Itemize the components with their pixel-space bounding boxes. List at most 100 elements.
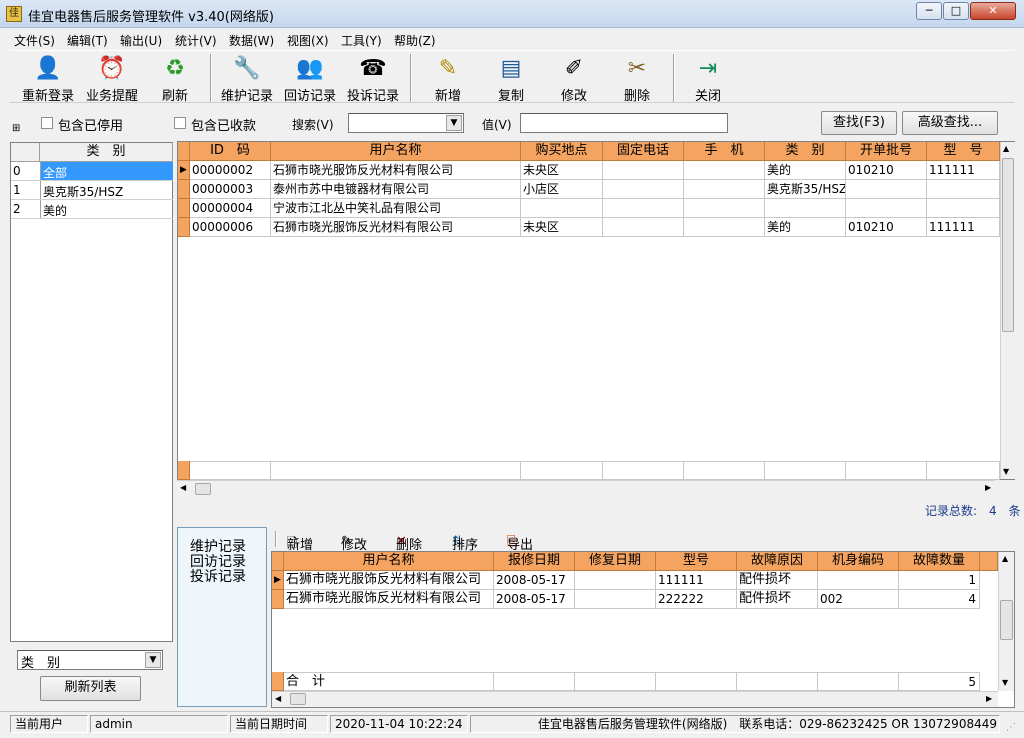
- col-customer-name[interactable]: 用户名称: [284, 552, 494, 571]
- panel-toggle-icon[interactable]: ⊞: [12, 124, 28, 136]
- exit-button[interactable]: ⇥ 关闭: [678, 55, 738, 104]
- col-mobile[interactable]: 手 机: [684, 142, 765, 161]
- close-window-button[interactable]: ✕: [970, 2, 1016, 20]
- scroll-left-icon[interactable]: ◀: [180, 483, 186, 492]
- table-cell[interactable]: [846, 199, 927, 218]
- table-cell[interactable]: 美的: [765, 218, 846, 237]
- table-cell[interactable]: 00000006: [190, 218, 271, 237]
- search-field-select[interactable]: ▼: [348, 113, 464, 133]
- col-fixed-date[interactable]: 修复日期: [575, 552, 656, 571]
- table-cell[interactable]: [575, 571, 656, 590]
- menu-statistics[interactable]: 统计(V): [175, 32, 217, 49]
- scroll-thumb[interactable]: [195, 483, 211, 495]
- table-cell[interactable]: [818, 571, 899, 590]
- col-model[interactable]: 型 号: [927, 142, 1000, 161]
- table-cell[interactable]: 宁波市江北丛中笑礼品有限公司: [271, 199, 521, 218]
- edit-button[interactable]: ✐ 修改: [544, 55, 604, 104]
- tab-complaint-records[interactable]: 投诉记录: [190, 566, 246, 586]
- col-batch-no[interactable]: 开单批号: [846, 142, 927, 161]
- menu-edit[interactable]: 编辑(T): [67, 32, 108, 49]
- category-row[interactable]: 2 美的: [11, 200, 173, 219]
- table-cell[interactable]: 111111: [656, 571, 737, 590]
- table-cell[interactable]: 4: [899, 590, 980, 609]
- col-repair-date[interactable]: 报修日期: [494, 552, 575, 571]
- minimize-button[interactable]: ─: [916, 2, 942, 20]
- advanced-search-button[interactable]: 高级查找...: [902, 111, 998, 135]
- table-cell[interactable]: 石狮市晓光服饰反光材料有限公司: [284, 571, 494, 590]
- table-cell[interactable]: 1: [899, 571, 980, 590]
- scroll-thumb[interactable]: [1000, 600, 1013, 640]
- table-cell[interactable]: [684, 218, 765, 237]
- table-cell[interactable]: 未央区: [521, 218, 603, 237]
- table-cell[interactable]: 泰州市苏中电镀器材有限公司: [271, 180, 521, 199]
- resize-grip-icon[interactable]: ⋰: [1006, 722, 1016, 733]
- table-cell[interactable]: [684, 161, 765, 180]
- delete-button[interactable]: ✂ 删除: [607, 55, 667, 104]
- copy-button[interactable]: ▤ 复制: [481, 55, 541, 104]
- table-cell[interactable]: [684, 180, 765, 199]
- category-row[interactable]: 1 奥克斯35/HSZ: [11, 181, 173, 200]
- scroll-down-icon[interactable]: ▼: [1003, 467, 1009, 476]
- table-cell[interactable]: 2008-05-17: [494, 590, 575, 609]
- main-vertical-scrollbar[interactable]: ▲ ▼: [1000, 142, 1015, 479]
- col-serial-no[interactable]: 机身编码: [818, 552, 899, 571]
- include-paid-checkbox[interactable]: [174, 117, 186, 129]
- table-cell[interactable]: 配件损坏: [737, 590, 818, 609]
- col-customer-name[interactable]: 用户名称: [271, 142, 521, 161]
- table-cell[interactable]: [765, 199, 846, 218]
- menu-file[interactable]: 文件(S): [14, 32, 55, 49]
- col-phone[interactable]: 固定电话: [603, 142, 684, 161]
- complaint-button[interactable]: ☎ 投诉记录: [343, 55, 403, 104]
- table-cell[interactable]: 石狮市晓光服饰反光材料有限公司: [271, 161, 521, 180]
- table-cell[interactable]: [927, 180, 1000, 199]
- col-purchase-place[interactable]: 购买地点: [521, 142, 603, 161]
- table-cell[interactable]: 010210: [846, 218, 927, 237]
- menu-view[interactable]: 视图(X): [287, 32, 329, 49]
- col-fault-count[interactable]: 故障数量: [899, 552, 980, 571]
- col-category[interactable]: 类 别: [765, 142, 846, 161]
- add-button[interactable]: ✎ 新增: [418, 55, 478, 104]
- col-fault-reason[interactable]: 故障原因: [737, 552, 818, 571]
- scroll-right-icon[interactable]: ▶: [985, 483, 991, 492]
- refresh-list-button[interactable]: 刷新列表: [40, 676, 141, 701]
- table-cell[interactable]: [603, 218, 684, 237]
- table-cell[interactable]: 111111: [927, 161, 1000, 180]
- main-horizontal-scrollbar[interactable]: ◀ ▶: [177, 480, 995, 497]
- chevron-down-icon[interactable]: ▼: [145, 652, 161, 668]
- table-cell[interactable]: 未央区: [521, 161, 603, 180]
- scroll-thumb[interactable]: [1002, 158, 1014, 332]
- table-cell[interactable]: [603, 161, 684, 180]
- table-cell[interactable]: [684, 199, 765, 218]
- table-cell[interactable]: 111111: [927, 218, 1000, 237]
- relogin-button[interactable]: 👤 重新登录: [18, 55, 78, 104]
- table-cell[interactable]: [603, 199, 684, 218]
- table-cell[interactable]: 美的: [765, 161, 846, 180]
- sub-horizontal-scrollbar[interactable]: ◀ ▶: [272, 691, 998, 707]
- table-cell[interactable]: 00000002: [190, 161, 271, 180]
- scroll-thumb[interactable]: [290, 693, 306, 705]
- category-row[interactable]: 0 全部: [11, 162, 173, 181]
- table-cell[interactable]: 010210: [846, 161, 927, 180]
- reminder-button[interactable]: ⏰ 业务提醒: [82, 55, 142, 104]
- scroll-up-icon[interactable]: ▲: [1002, 554, 1008, 563]
- find-button[interactable]: 查找(F3): [821, 111, 897, 135]
- menu-help[interactable]: 帮助(Z): [394, 32, 436, 49]
- chevron-down-icon[interactable]: ▼: [446, 115, 462, 131]
- scroll-right-icon[interactable]: ▶: [986, 694, 992, 703]
- menu-output[interactable]: 输出(U): [120, 32, 162, 49]
- maximize-button[interactable]: □: [943, 2, 969, 20]
- include-disabled-checkbox[interactable]: [41, 117, 53, 129]
- scroll-up-icon[interactable]: ▲: [1003, 144, 1009, 153]
- table-cell[interactable]: 石狮市晓光服饰反光材料有限公司: [271, 218, 521, 237]
- table-cell[interactable]: 2008-05-17: [494, 571, 575, 590]
- maintenance-record-button[interactable]: 🔧 维护记录: [217, 55, 277, 104]
- value-input[interactable]: [520, 113, 728, 133]
- table-cell[interactable]: 小店区: [521, 180, 603, 199]
- table-cell[interactable]: 石狮市晓光服饰反光材料有限公司: [284, 590, 494, 609]
- scroll-left-icon[interactable]: ◀: [275, 694, 281, 703]
- table-cell[interactable]: [575, 590, 656, 609]
- table-cell[interactable]: 00000003: [190, 180, 271, 199]
- refresh-button[interactable]: ♻ 刷新: [145, 55, 205, 104]
- category-select[interactable]: 类 别 ▼: [17, 650, 163, 671]
- col-id[interactable]: ID 码: [190, 142, 271, 161]
